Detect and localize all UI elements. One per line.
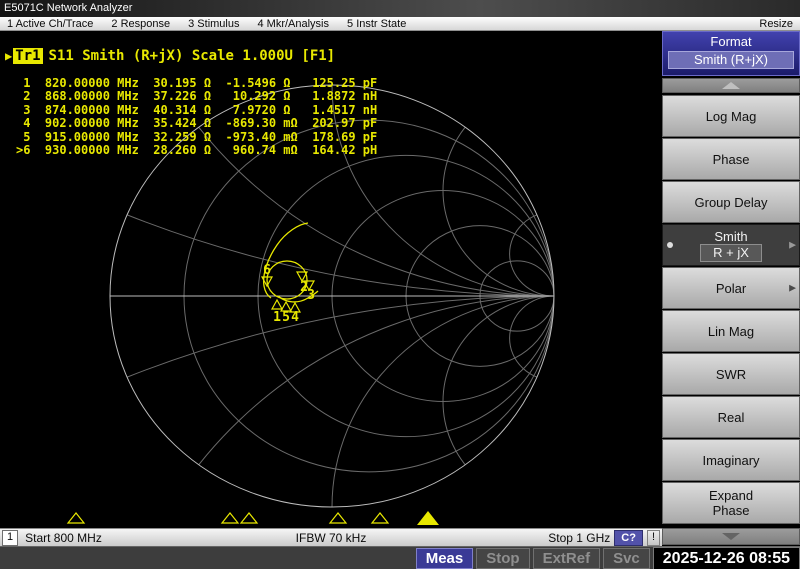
- instrument-status-bar: MeasStopExtRefSvc2025-12-26 08:55: [0, 546, 800, 569]
- softkey-expand-phase[interactable]: ExpandPhase: [662, 482, 800, 524]
- stimulus-marker-1-icon: [68, 513, 84, 523]
- stimulus-marker-5-icon: [372, 513, 388, 523]
- active-trace-arrow-icon: ▶: [5, 49, 12, 63]
- menu-item-1-active-ch-trace[interactable]: 1 Active Ch/Trace: [7, 18, 93, 30]
- app-window: E5071C Network Analyzer 1 Active Ch/Trac…: [0, 0, 800, 569]
- channel-status-bar: 1 Start 800 MHz IFBW 70 kHz Stop 1 GHz C…: [0, 528, 662, 546]
- softkey-label: Lin Mag: [708, 324, 754, 339]
- marker-1-number: 1: [273, 310, 281, 325]
- marker-table-row-3: 3 874.00000 MHz 40.314 Ω 7.9720 Ω 1.4517…: [16, 104, 377, 117]
- softkey-label: Phase: [713, 152, 750, 167]
- softkey-log-mag[interactable]: Log Mag: [662, 95, 800, 137]
- trace-header: ▶ Tr1 S11 Smith (R+jX) Scale 1.000U [F1]: [5, 48, 335, 64]
- scroll-down-icon: [722, 533, 740, 540]
- menu-bar: 1 Active Ch/Trace 2 Response 3 Stimulus 4 M…: [0, 17, 800, 31]
- marker-table-row-6: >6 930.00000 MHz 28.260 Ω 960.74 mΩ 164.…: [16, 144, 377, 157]
- marker-6-number: 6: [263, 263, 271, 278]
- softkey-label: Group Delay: [695, 195, 768, 210]
- marker-1-triangle-icon: [272, 300, 282, 309]
- softkey-sublabel: Phase: [713, 503, 750, 519]
- marker-4-number: 4: [291, 310, 299, 325]
- softkey-smith-r-jx[interactable]: SmithR + jX ▶: [662, 224, 800, 266]
- selected-dot-icon: [667, 242, 673, 248]
- softkey-label: Polar: [716, 281, 746, 296]
- submenu-arrow-icon: ▶: [789, 240, 796, 251]
- marker-table-row-5: 5 915.00000 MHz 32.259 Ω -973.40 mΩ 178.…: [16, 131, 377, 144]
- softkey-menu-current-value: Smith (R+jX): [668, 51, 794, 69]
- softkey-scroll-up-button[interactable]: [662, 78, 800, 93]
- softkey-label: Smith: [714, 229, 747, 244]
- trace-header-text: S11 Smith (R+jX) Scale 1.000U [F1]: [49, 48, 336, 64]
- softkey-phase[interactable]: Phase: [662, 138, 800, 180]
- menu-item-3-stimulus[interactable]: 3 Stimulus: [188, 18, 239, 30]
- marker-table-row-1: 1 820.00000 MHz 30.195 Ω -1.5496 Ω 125.2…: [16, 77, 377, 90]
- window-title: E5071C Network Analyzer: [4, 2, 132, 14]
- stimulus-marker-6-icon: [417, 511, 439, 525]
- softkey-real[interactable]: Real: [662, 396, 800, 438]
- marker-5-number: 5: [282, 310, 290, 325]
- stimulus-marker-3-icon: [241, 513, 257, 523]
- softkey-polar[interactable]: Polar ▶: [662, 267, 800, 309]
- softkey-sidebar: Format Smith (R+jX) Log Mag Phase Group De…: [662, 31, 800, 545]
- resize-button[interactable]: Resize: [759, 18, 793, 30]
- softkey-sublabel: R + jX: [700, 244, 762, 262]
- menu-item-5-instr-state[interactable]: 5 Instr State: [347, 18, 406, 30]
- menu-item-2-response[interactable]: 2 Response: [111, 18, 170, 30]
- marker-table-row-2: 2 868.00000 MHz 37.226 Ω 10.292 Ω 1.8872…: [16, 90, 377, 103]
- datetime-display: 2025-12-26 08:55: [653, 547, 800, 569]
- instrument-screen: 623154 ▶ Tr1 S11 Smith (R+jX) Scale 1.00…: [0, 31, 662, 528]
- ifbw-label: IFBW 70 kHz: [0, 531, 662, 545]
- softkey-swr[interactable]: SWR: [662, 353, 800, 395]
- submenu-arrow-icon: ▶: [789, 283, 796, 294]
- softkey-label: Expand: [709, 488, 753, 503]
- stimulus-marker-2-icon: [222, 513, 238, 523]
- softkey-lin-mag[interactable]: Lin Mag: [662, 310, 800, 352]
- status-badge-meas: Meas: [416, 548, 474, 569]
- marker-3-number: 3: [307, 288, 315, 303]
- softkey-label: Log Mag: [706, 109, 757, 124]
- title-bar: E5071C Network Analyzer: [0, 0, 800, 17]
- softkey-imaginary[interactable]: Imaginary: [662, 439, 800, 481]
- softkey-label: SWR: [716, 367, 746, 382]
- stimulus-marker-4-icon: [330, 513, 346, 523]
- softkey-menu-header: Format Smith (R+jX): [662, 31, 800, 76]
- trace1-label[interactable]: Tr1: [13, 48, 42, 64]
- status-badge-svc: Svc: [603, 548, 650, 569]
- softkey-label: Imaginary: [702, 453, 759, 468]
- status-badge-extref: ExtRef: [533, 548, 601, 569]
- scroll-up-icon: [722, 82, 740, 89]
- status-badge-stop: Stop: [476, 548, 529, 569]
- softkey-group-delay[interactable]: Group Delay: [662, 181, 800, 223]
- softkey-menu-title: Format: [663, 32, 799, 51]
- marker-table: 1 820.00000 MHz 30.195 Ω -1.5496 Ω 125.2…: [16, 77, 377, 157]
- softkey-list: Log MagPhaseGroup DelaySmithR + jX▶Polar…: [662, 95, 800, 524]
- marker-table-row-4: 4 902.00000 MHz 35.424 Ω -869.30 mΩ 202.…: [16, 117, 377, 130]
- softkey-scroll-down-button[interactable]: [662, 528, 800, 545]
- softkey-label: Real: [718, 410, 745, 425]
- menu-item-4-mkr-analysis[interactable]: 4 Mkr/Analysis: [257, 18, 329, 30]
